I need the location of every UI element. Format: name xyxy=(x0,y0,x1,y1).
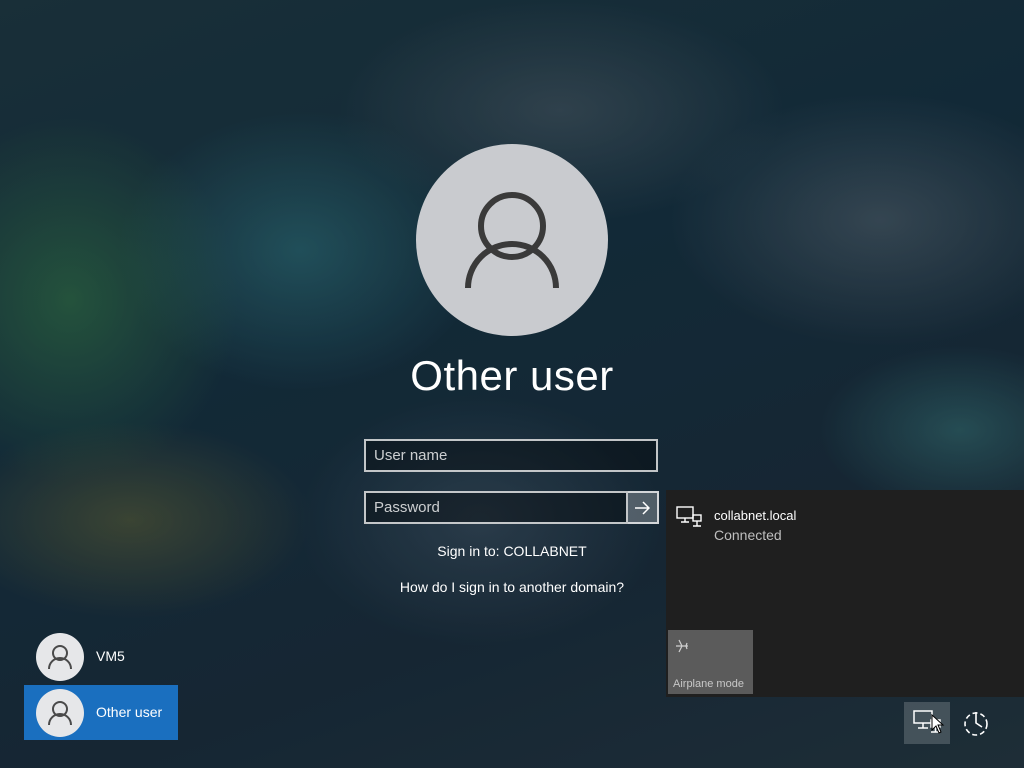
network-status: Connected xyxy=(714,527,782,543)
arrow-right-icon xyxy=(635,501,650,515)
user-title: Other user xyxy=(410,352,614,399)
username-input[interactable] xyxy=(364,439,658,472)
airplane-mode-label: Airplane mode xyxy=(673,678,744,690)
airplane-icon xyxy=(676,639,688,653)
airplane-mode-toggle[interactable]: Airplane mode xyxy=(668,630,753,694)
person-icon xyxy=(48,645,72,670)
user-list-item-selected[interactable]: Other user xyxy=(24,685,178,740)
submit-button[interactable] xyxy=(628,491,659,524)
mouse-cursor-icon xyxy=(931,714,945,734)
power-icon xyxy=(964,712,988,736)
sign-in-domain-text: Sign in to: COLLABNET xyxy=(437,543,587,559)
password-input[interactable] xyxy=(364,491,628,524)
person-icon xyxy=(465,192,559,289)
power-button[interactable] xyxy=(953,702,999,744)
domain-help-link[interactable]: How do I sign in to another domain? xyxy=(312,579,712,595)
user-name: Other user xyxy=(96,704,163,720)
user-avatar xyxy=(36,689,84,737)
user-name: VM5 xyxy=(96,648,125,664)
user-avatar xyxy=(36,633,84,681)
network-name: collabnet.local xyxy=(714,508,797,523)
lock-screen: Other user Sign in to: COLLABNET How do … xyxy=(0,0,1024,768)
person-icon xyxy=(48,701,72,726)
wired-network-icon xyxy=(676,506,702,527)
network-connection-item[interactable]: collabnet.local Connected xyxy=(666,500,1024,546)
user-list-item[interactable]: VM5 xyxy=(24,629,178,684)
user-avatar xyxy=(416,144,608,336)
network-flyout: collabnet.local Connected Airplane mode xyxy=(666,490,1024,697)
